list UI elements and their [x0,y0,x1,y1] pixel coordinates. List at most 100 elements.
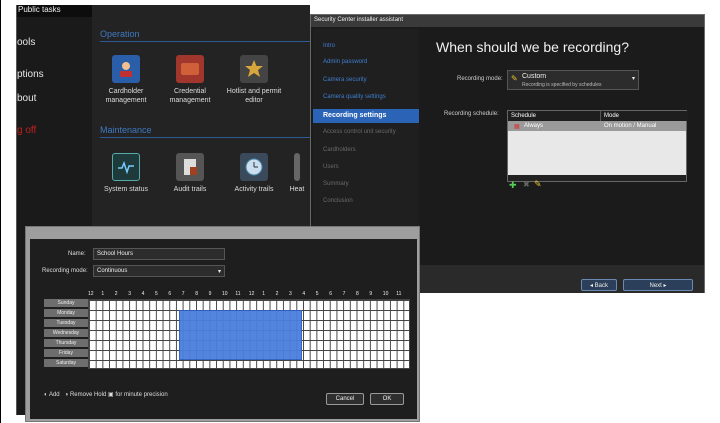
tile-hotlist[interactable]: Hotlist and permit editor [224,55,284,105]
step-summary: Summary [323,181,349,187]
hour-label: 6 [168,291,172,297]
hint-precision: for minute precision [115,392,168,398]
hour-label: 12 [248,291,255,297]
hour-label: 4 [141,291,145,297]
tile-label: Activity trails [234,186,274,193]
hour-label: 8 [356,291,359,297]
nav-item-about[interactable]: bout [17,93,36,104]
day-label: Sunday [44,299,88,307]
ctrl-key-icon: ▣ [106,392,116,398]
next-arrow-icon: ▸ [661,283,667,289]
hint-hold: Hold [93,392,107,398]
nav-item-logoff[interactable]: g off [17,125,36,136]
hour-label: 8 [195,291,198,297]
step-admin-password[interactable]: Admin password [323,59,367,65]
day-label: Friday [44,349,88,357]
section-operation: Operation [100,29,140,39]
screenshot-frame: Public tasks ools ptions bout g off Oper… [0,0,720,423]
heat-icon [294,153,300,181]
hour-label: 12 [88,291,94,297]
legend: ◐ Add ◑ Remove Hold ▣ for minute precisi… [44,391,168,398]
hour-label: 2 [275,291,279,297]
hint-add: Add [48,392,60,398]
tile-label: Credential management [169,88,211,104]
step-camera-security[interactable]: Camera security [323,77,367,83]
add-icon[interactable]: ✚ [509,180,517,191]
step-conclusion: Conclusion [323,198,353,204]
public-tasks-title: Public tasks [17,5,93,17]
step-access-control: Access control unit security [323,129,396,135]
nav-item-tools[interactable]: ools [17,37,35,48]
page-heading: When should we be recording? [436,39,630,55]
audit-icon [176,153,204,181]
cancel-button[interactable]: Cancel [326,393,364,405]
back-label: Back [594,283,609,289]
next-button[interactable]: Next ▸ [623,279,693,291]
tile-label: Heat [289,186,305,193]
hour-label: 11 [396,291,402,297]
hour-label: 1 [262,291,265,297]
day-label: Saturday [44,359,88,367]
cardholder-icon [112,55,140,83]
ok-button[interactable]: OK [370,393,404,405]
selected-block[interactable] [179,310,302,360]
hour-label: 5 [155,291,158,297]
name-label: Name: [68,251,86,257]
hint-remove: Remove [69,392,93,398]
tile-label: Cardholder management [105,88,147,104]
tile-audit-trails[interactable]: Audit trails [160,153,220,194]
section-divider [100,137,310,138]
table-row[interactable]: ▦ Always On motion / Manual [508,121,686,131]
step-camera-quality[interactable]: Camera quality settings [323,94,386,100]
tile-activity-trails[interactable]: Activity trails [224,153,284,194]
schedule-dialog: Name: School Hours Recording mode: Conti… [25,226,420,422]
monitor-icon [112,153,140,181]
day-label: Thursday [44,339,88,347]
tile-system-status[interactable]: System status [96,153,156,194]
chevron-down-icon: ▾ [631,76,635,82]
weekly-schedule-grid[interactable]: 12 1 2 3 4 5 6 7 8 9 10 11 12 1 2 3 4 5 6 7 8 9 10 11 Sunday Mon… [44,291,410,377]
hour-label: 3 [289,291,292,297]
tile-cardholder[interactable]: Cardholder management [96,55,156,105]
tile-credential[interactable]: Credential management [160,55,220,105]
back-button[interactable]: ◂ Back [581,279,617,291]
hour-label: 4 [302,291,306,297]
step-recording-settings[interactable]: Recording settings [313,109,419,123]
schedule-name: Always [524,123,544,129]
recording-schedule-label: Recording schedule: [444,111,499,117]
edit-icon[interactable]: ✎ [534,179,542,190]
hour-label: 2 [114,291,118,297]
hour-label: 1 [101,291,105,297]
section-maintenance: Maintenance [100,125,152,135]
tile-heat[interactable]: Heat [284,153,310,194]
credential-icon [176,55,204,83]
step-intro[interactable]: Intro [323,43,335,49]
section-divider [100,41,310,42]
col-mode: Mode [600,111,688,121]
mode-select[interactable]: Continuous ▾ [93,265,225,277]
recording-mode-select[interactable]: ✎ Custom Recording is specified by sched… [507,70,639,90]
chevron-down-icon: ▾ [217,269,221,275]
hour-label: 9 [369,291,373,297]
hour-label: 7 [181,291,185,297]
mode-subtext: Recording is specified by schedules [522,82,602,88]
remove-icon[interactable]: ✖ [523,180,530,189]
window-title: Security Center installer assistant [311,15,704,27]
schedule-mode: On motion / Manual [604,123,657,129]
mode-value: Custom [522,73,547,80]
tile-label: Audit trails [173,186,207,193]
step-users: Users [323,164,339,170]
left-border [0,0,1,423]
schedule-cells[interactable] [88,299,410,369]
col-schedule: Schedule [508,111,600,121]
hour-label: 10 [382,291,389,297]
mouse-right-icon: ◑ [61,392,70,398]
nav-item-options[interactable]: ptions [17,69,44,80]
hour-label: 9 [208,291,212,297]
recording-mode-label: Recording mode: [457,76,503,82]
hour-label: 6 [329,291,332,297]
mode-label: Recording mode: [42,268,88,274]
name-field[interactable]: School Hours [93,248,225,260]
tile-label: Hotlist and permit editor [226,88,282,104]
dialog-body: Name: School Hours Recording mode: Conti… [30,239,417,419]
